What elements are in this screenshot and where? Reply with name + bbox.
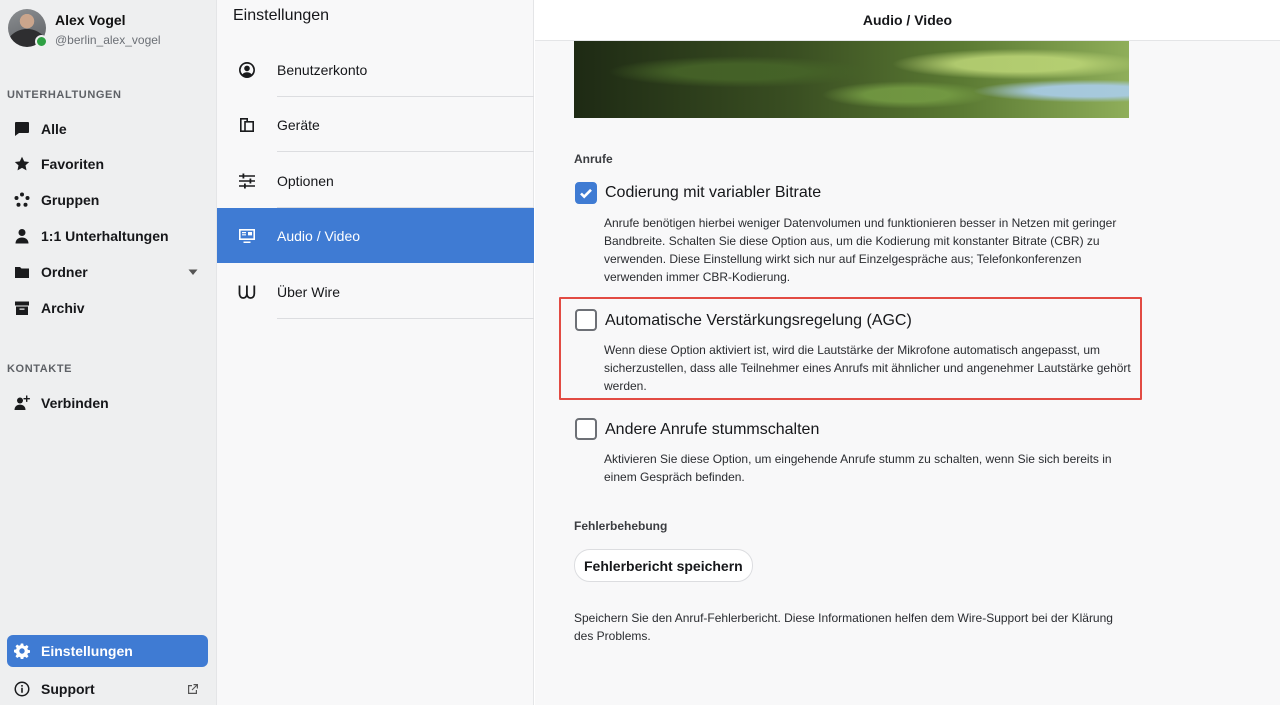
menu-item-label: Optionen — [277, 172, 334, 189]
sidebar-item-support[interactable]: Support — [7, 673, 208, 705]
sidebar-item-label: Archiv — [41, 300, 85, 316]
sidebar-item-label: 1:1 Unterhaltungen — [41, 228, 169, 244]
sidebar-item-settings[interactable]: Einstellungen — [7, 635, 208, 667]
devices-icon — [238, 116, 256, 134]
sidebar-item-groups[interactable]: Gruppen — [7, 184, 208, 216]
menu-item-account[interactable]: Benutzerkonto — [217, 42, 534, 97]
gear-icon — [14, 643, 30, 659]
audio-video-icon — [238, 227, 256, 245]
person-icon — [14, 228, 30, 244]
sidebar-item-label: Einstellungen — [41, 643, 133, 659]
wire-logo-icon — [238, 283, 256, 301]
star-icon — [14, 156, 30, 172]
menu-divider — [277, 318, 534, 319]
calls-section-label: Anrufe — [574, 152, 613, 166]
chevron-down-icon[interactable] — [186, 265, 200, 279]
troubleshooting-section-label: Fehlerbehebung — [574, 519, 668, 533]
menu-item-label: Geräte — [277, 116, 320, 133]
sidebar: Alex Vogel @berlin_alex_vogel UNTERHALTU… — [0, 0, 216, 705]
user-profile[interactable]: Alex Vogel @berlin_alex_vogel — [8, 9, 161, 48]
add-contact-icon — [14, 395, 30, 411]
agc-description: Wenn diese Option aktiviert ist, wird di… — [604, 343, 1131, 393]
group-icon — [14, 192, 30, 208]
online-status-indicator — [35, 35, 48, 48]
menu-item-devices[interactable]: Geräte — [217, 97, 534, 152]
account-icon — [238, 61, 256, 79]
external-link-icon — [186, 682, 200, 696]
menu-item-label: Über Wire — [277, 283, 341, 300]
sidebar-item-favorites[interactable]: Favoriten — [7, 148, 208, 180]
avatar[interactable] — [8, 9, 48, 48]
menu-item-options[interactable]: Optionen — [217, 153, 534, 208]
page-header: Audio / Video — [535, 0, 1280, 41]
sidebar-item-archive[interactable]: Archiv — [7, 292, 208, 324]
agc-checkbox[interactable] — [575, 309, 597, 331]
sidebar-item-all[interactable]: Alle — [7, 113, 208, 145]
menu-item-label: Audio / Video — [277, 227, 361, 244]
user-name: Alex Vogel — [55, 12, 126, 28]
sidebar-item-label: Favoriten — [41, 156, 105, 172]
sidebar-item-label: Verbinden — [41, 395, 109, 411]
sidebar-item-label: Support — [41, 681, 95, 697]
settings-menu: Einstellungen Benutzerkonto Geräte Optio… — [216, 0, 534, 705]
sidebar-item-label: Gruppen — [41, 192, 100, 208]
checkmark-icon — [580, 188, 592, 199]
agc-title[interactable]: Automatische Verstärkungsregelung (AGC) — [605, 312, 912, 330]
menu-item-label: Benutzerkonto — [277, 61, 368, 78]
user-handle: @berlin_alex_vogel — [55, 33, 161, 47]
page-title: Audio / Video — [862, 12, 953, 28]
archive-icon — [14, 300, 30, 316]
info-icon — [14, 681, 30, 697]
sidebar-item-label: Alle — [41, 121, 67, 137]
sidebar-item-one-on-one[interactable]: 1:1 Unterhaltungen — [7, 220, 208, 252]
sidebar-item-connect[interactable]: Verbinden — [7, 387, 208, 419]
settings-menu-title: Einstellungen — [233, 7, 330, 24]
variable-bitrate-title[interactable]: Codierung mit variabler Bitrate — [605, 184, 821, 202]
menu-item-audio-video[interactable]: Audio / Video — [217, 208, 534, 263]
variable-bitrate-checkbox[interactable] — [575, 182, 597, 204]
conversations-section-title: UNTERHALTUNGEN — [7, 89, 122, 101]
save-report-description: Speichern Sie den Anruf-Fehlerbericht. D… — [574, 611, 1113, 643]
variable-bitrate-description: Anrufe benötigen hierbei weniger Datenvo… — [604, 216, 1117, 284]
mute-other-calls-description: Aktivieren Sie diese Option, um eingehen… — [604, 452, 1112, 484]
menu-divider — [277, 151, 534, 152]
menu-item-about-wire[interactable]: Über Wire — [217, 264, 534, 319]
sidebar-item-label: Ordner — [41, 264, 88, 280]
chat-bubble-icon — [14, 121, 30, 137]
save-error-report-button[interactable]: Fehlerbericht speichern — [574, 549, 753, 582]
mute-other-calls-checkbox[interactable] — [575, 418, 597, 440]
folder-icon — [14, 264, 30, 280]
camera-preview — [574, 41, 1129, 118]
sliders-icon — [238, 172, 256, 190]
mute-other-calls-title[interactable]: Andere Anrufe stummschalten — [605, 421, 819, 439]
sidebar-item-folders[interactable]: Ordner — [7, 256, 208, 288]
audio-video-settings-panel: Audio / Video Anrufe Codierung mit varia… — [535, 0, 1280, 705]
contacts-section-title: KONTAKTE — [7, 363, 73, 375]
